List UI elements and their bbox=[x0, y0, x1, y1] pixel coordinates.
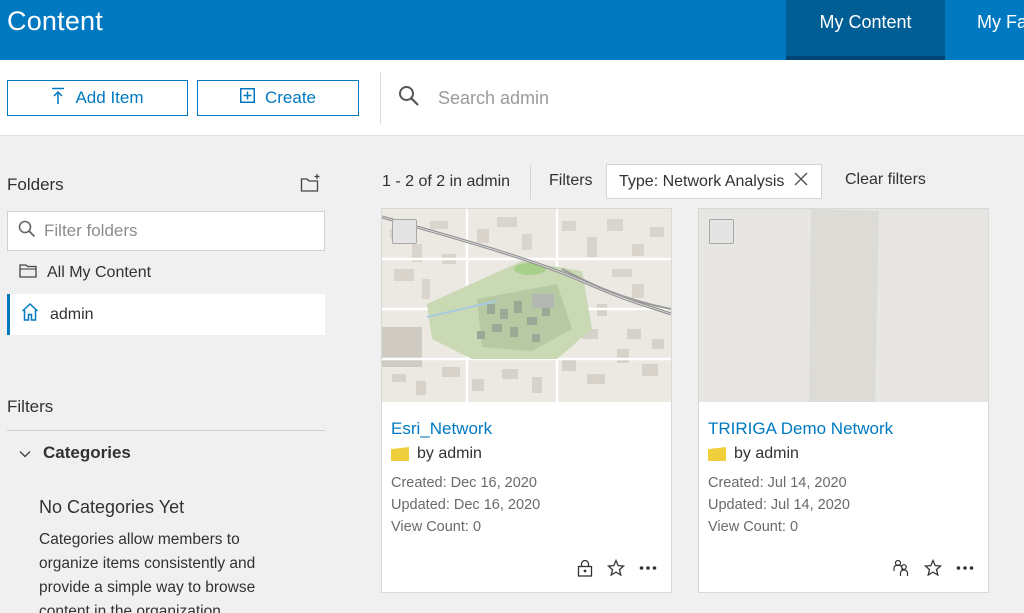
tab-my-content[interactable]: My Content bbox=[786, 0, 945, 60]
owner-label: by admin bbox=[417, 445, 482, 462]
updated-date: Updated: Dec 16, 2020 bbox=[391, 497, 541, 513]
map-thumbnail[interactable] bbox=[382, 209, 671, 402]
folder-filter-box bbox=[7, 211, 325, 251]
results-count: 1 - 2 of 2 in admin bbox=[382, 173, 511, 190]
no-categories-description: Categories allow members to organize ite… bbox=[39, 531, 256, 613]
close-icon[interactable] bbox=[794, 172, 808, 191]
plus-box-icon bbox=[239, 88, 255, 108]
card-actions bbox=[892, 559, 974, 577]
filters-heading: Filters bbox=[7, 397, 54, 416]
created-date: Created: Dec 16, 2020 bbox=[391, 475, 537, 491]
clear-filters-link[interactable]: Clear filters bbox=[845, 171, 926, 189]
item-owner: by admin bbox=[391, 445, 482, 463]
filter-bar-divider bbox=[530, 165, 531, 199]
owner-label: by admin bbox=[734, 445, 799, 462]
toolbar-divider bbox=[380, 72, 381, 124]
view-count: View Count: 0 bbox=[708, 519, 799, 535]
filter-chip-label: Type: Network Analysis bbox=[619, 172, 785, 190]
folders-heading: Folders bbox=[7, 175, 64, 194]
folder-swatch-icon bbox=[708, 447, 726, 461]
item-owner: by admin bbox=[708, 445, 799, 463]
updated-date: Updated: Jul 14, 2020 bbox=[708, 497, 850, 513]
upload-icon bbox=[51, 87, 65, 110]
folder-swatch-icon bbox=[391, 447, 409, 461]
star-icon[interactable] bbox=[924, 559, 942, 577]
add-item-button[interactable]: Add Item bbox=[7, 80, 188, 116]
categories-toggle[interactable]: Categories bbox=[19, 443, 131, 463]
more-options-icon[interactable] bbox=[956, 565, 974, 571]
lock-icon[interactable] bbox=[577, 559, 593, 577]
add-item-label: Add Item bbox=[75, 88, 144, 107]
page-title: Content bbox=[7, 6, 103, 36]
tab-my-favorites[interactable]: My Fa bbox=[977, 0, 1024, 60]
folder-item-admin[interactable]: admin bbox=[7, 294, 325, 335]
app-header: Content My Content My Fa bbox=[0, 0, 1024, 60]
new-folder-icon[interactable] bbox=[300, 173, 322, 198]
star-icon[interactable] bbox=[607, 559, 625, 577]
create-label: Create bbox=[264, 88, 317, 107]
no-categories-title: No Categories Yet bbox=[39, 497, 185, 517]
folder-item-all-my-content[interactable]: All My Content bbox=[7, 252, 325, 293]
folder-item-label: admin bbox=[50, 305, 94, 323]
search-icon bbox=[398, 85, 420, 112]
item-card: TRIRIGA Demo Network by admin Created: J… bbox=[698, 208, 989, 593]
more-options-icon[interactable] bbox=[639, 565, 657, 571]
item-select-checkbox[interactable] bbox=[392, 219, 417, 244]
search-box bbox=[398, 82, 998, 114]
item-title-link[interactable]: TRIRIGA Demo Network bbox=[708, 419, 893, 439]
search-icon bbox=[18, 220, 36, 243]
card-actions bbox=[577, 559, 657, 577]
item-select-checkbox[interactable] bbox=[709, 219, 734, 244]
map-thumbnail[interactable] bbox=[699, 209, 988, 402]
create-button[interactable]: Create bbox=[197, 80, 359, 116]
categories-label: Categories bbox=[43, 443, 131, 462]
shared-users-icon[interactable] bbox=[892, 559, 910, 577]
filters-divider bbox=[7, 430, 325, 431]
view-count: View Count: 0 bbox=[391, 519, 482, 535]
chevron-down-icon bbox=[19, 443, 31, 463]
item-title-link[interactable]: Esri_Network bbox=[391, 419, 492, 439]
home-icon bbox=[20, 302, 40, 327]
filters-label: Filters bbox=[549, 172, 593, 189]
created-date: Created: Jul 14, 2020 bbox=[708, 475, 847, 491]
item-card: Esri_Network by admin Created: Dec 16, 2… bbox=[381, 208, 672, 593]
active-filter-chip[interactable]: Type: Network Analysis bbox=[606, 164, 822, 199]
folder-item-label: All My Content bbox=[47, 263, 152, 281]
folder-icon bbox=[19, 263, 37, 283]
search-input[interactable] bbox=[438, 87, 938, 109]
content-toolbar: Add Item Create bbox=[0, 60, 1024, 136]
folder-filter-input[interactable] bbox=[44, 221, 304, 241]
